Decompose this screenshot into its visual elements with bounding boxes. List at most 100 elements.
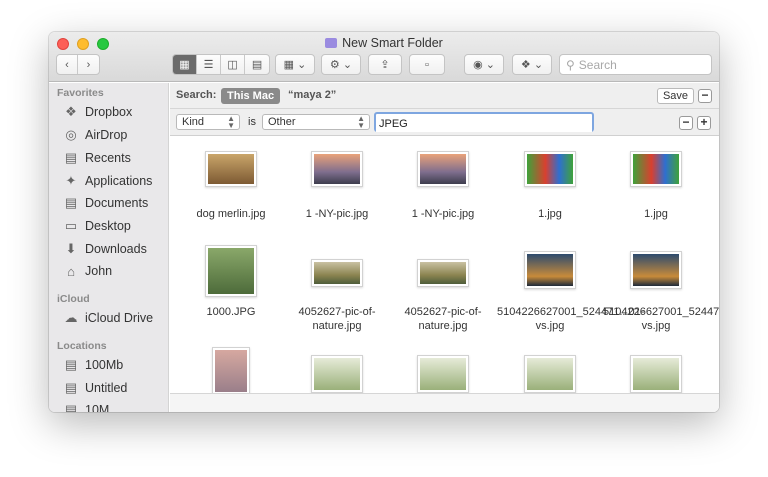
search-input[interactable]: [578, 57, 699, 72]
share-button[interactable]: ⇪: [368, 54, 402, 75]
sidebar-item-applications[interactable]: ✦ Applications: [63, 171, 153, 191]
photo-thumbnail-image: [208, 248, 254, 294]
status-bar: [170, 393, 719, 412]
search-label: Search:: [176, 89, 217, 101]
file-name: 1.jpg: [538, 208, 562, 220]
remove-search-button[interactable]: −: [698, 89, 712, 103]
sidebar-item-100mb[interactable]: ▤ 100Mb: [63, 355, 123, 375]
chevron-right-icon: ›: [86, 58, 91, 71]
file-name: dog merlin.jpg: [196, 208, 266, 220]
cloud-icon: ☁: [64, 310, 78, 325]
column-view-button[interactable]: ◫: [221, 55, 246, 74]
list-view-button[interactable]: ☰: [197, 55, 222, 74]
sidebar-item-label: AirDrop: [85, 128, 128, 142]
sidebar-item-documents[interactable]: ▤ Documents: [63, 193, 148, 213]
icon-view-button[interactable]: ▦: [173, 55, 198, 74]
sidebar-item-downloads[interactable]: ⬇ Downloads: [63, 239, 147, 259]
back-button[interactable]: ‹: [57, 55, 78, 74]
sidebar-item-dropbox[interactable]: ❖ Dropbox: [63, 102, 132, 122]
tags-button[interactable]: ▫: [409, 54, 445, 75]
file-name: 1000.JPG: [206, 306, 256, 318]
group-icon: ▦ ⌄: [283, 59, 307, 71]
file-thumbnail: [417, 355, 469, 393]
photo-thumbnail-image: [527, 358, 573, 390]
sidebar-item-label: Desktop: [85, 219, 131, 233]
file-name: 4052627-pic-of-nature.jpg: [404, 306, 482, 332]
file-thumbnail: [417, 259, 469, 287]
kind-value-input[interactable]: [376, 116, 592, 132]
photo-thumbnail-image: [420, 154, 466, 184]
photo-thumbnail-image: [208, 154, 254, 184]
disk-icon: ▤: [64, 357, 78, 372]
sidebar-item-icloud-drive[interactable]: ☁ iCloud Drive: [63, 308, 154, 328]
remove-criteria-button[interactable]: −: [679, 116, 693, 130]
file-name: 5104226627001_524471...01-vs.jpg: [497, 306, 645, 332]
file-thumbnail: [205, 245, 257, 297]
attribute-popup[interactable]: Kind ▲ ▼: [176, 114, 240, 130]
scope-this-mac-button[interactable]: This Mac: [221, 88, 281, 104]
desktop-icon: ▭: [64, 218, 78, 233]
sidebar-item-label: Untitled: [85, 381, 128, 395]
photo-thumbnail-image: [215, 350, 247, 392]
smart-folder-icon: [325, 38, 338, 48]
photo-thumbnail-image: [314, 262, 360, 284]
main-content: Search: This Mac “maya 2” Save − Kind ▲ ▼…: [170, 83, 719, 412]
sidebar-item-label: Documents: [85, 196, 149, 210]
navigation-buttons: ‹ ›: [56, 54, 100, 75]
search-scope-bar: Search: This Mac “maya 2” Save −: [170, 83, 719, 109]
titlebar: New Smart Folder ‹ › ▦ ☰ ◫ ▤ ▦ ⌄ ⚙ ⌄ ⇪ ▫…: [49, 32, 719, 82]
sidebar-item-airdrop[interactable]: ◎ AirDrop: [63, 125, 127, 145]
columns-icon: ◫: [227, 59, 238, 71]
photo-thumbnail-image: [420, 358, 466, 390]
sidebar-item-desktop[interactable]: ▭ Desktop: [63, 216, 131, 236]
disk-icon: ▤: [64, 380, 78, 395]
file-name: 1.jpg: [644, 208, 668, 220]
dropbox-icon: ❖: [65, 104, 77, 119]
save-button[interactable]: Save: [657, 88, 694, 104]
photo-thumbnail-image: [314, 358, 360, 390]
airdrop-icon: ◎: [65, 127, 77, 142]
gear-icon: ⚙ ⌄: [329, 59, 353, 71]
sidebar-header-favorites: Favorites: [57, 87, 104, 99]
dropbox-icon: ❖ ⌄: [520, 59, 544, 71]
file-grid: dog merlin.jpg 1 -NY-pic.jpg 1 -NY-pic.j…: [170, 137, 719, 393]
sidebar-item-recents[interactable]: ▤ Recents: [63, 148, 131, 168]
sidebar-item-label: Applications: [85, 174, 153, 188]
sidebar-item-10m[interactable]: ▤ 10M: [63, 400, 109, 412]
kind-value-field[interactable]: [374, 112, 594, 132]
sidebar-item-label: Downloads: [85, 242, 147, 256]
extension-button[interactable]: ◉ ⌄: [464, 54, 504, 75]
sidebar-header-locations: Locations: [57, 340, 107, 352]
photo-thumbnail-image: [633, 358, 679, 390]
file-thumbnail: [630, 151, 682, 187]
scope-folder-button[interactable]: “maya 2”: [288, 89, 336, 101]
sidebar-item-john[interactable]: ⌂ John: [63, 261, 112, 281]
finder-window: New Smart Folder ‹ › ▦ ☰ ◫ ▤ ▦ ⌄ ⚙ ⌄ ⇪ ▫…: [49, 32, 719, 412]
eye-icon: ◉ ⌄: [473, 59, 495, 71]
add-criteria-button[interactable]: +: [697, 116, 711, 130]
sidebar-item-label: 100Mb: [85, 358, 124, 372]
search-box[interactable]: ⚲: [559, 54, 712, 75]
dropbox-toolbar-button[interactable]: ❖ ⌄: [512, 54, 552, 75]
file-thumbnail: [524, 151, 576, 187]
popup-arrows-icon: ▲ ▼: [227, 114, 235, 130]
search-criteria-row: Kind ▲▼ is Other ▲▼ − +: [170, 109, 719, 136]
file-thumbnail: [311, 355, 363, 393]
forward-button[interactable]: ›: [78, 55, 99, 74]
home-icon: ⌂: [67, 263, 75, 279]
file-name: 1 -NY-pic.jpg: [305, 208, 369, 220]
recents-icon: ▤: [64, 150, 78, 165]
kind-popup[interactable]: Other ▲ ▼: [262, 114, 370, 130]
action-menu-button[interactable]: ⚙ ⌄: [321, 54, 361, 75]
gallery-view-button[interactable]: ▤: [245, 55, 269, 74]
file-thumbnail: [311, 151, 363, 187]
file-thumbnail: [311, 259, 363, 287]
sidebar-item-untitled[interactable]: ▤ Untitled: [63, 378, 128, 398]
group-by-button[interactable]: ▦ ⌄: [275, 54, 315, 75]
chevron-left-icon: ‹: [65, 58, 69, 71]
file-thumbnail: [205, 151, 257, 187]
file-name: 5104226627001_524471...01-vs.jpg: [603, 306, 719, 332]
attribute-value: Kind: [182, 116, 205, 128]
is-label: is: [248, 116, 256, 128]
applications-icon: ✦: [65, 173, 77, 188]
